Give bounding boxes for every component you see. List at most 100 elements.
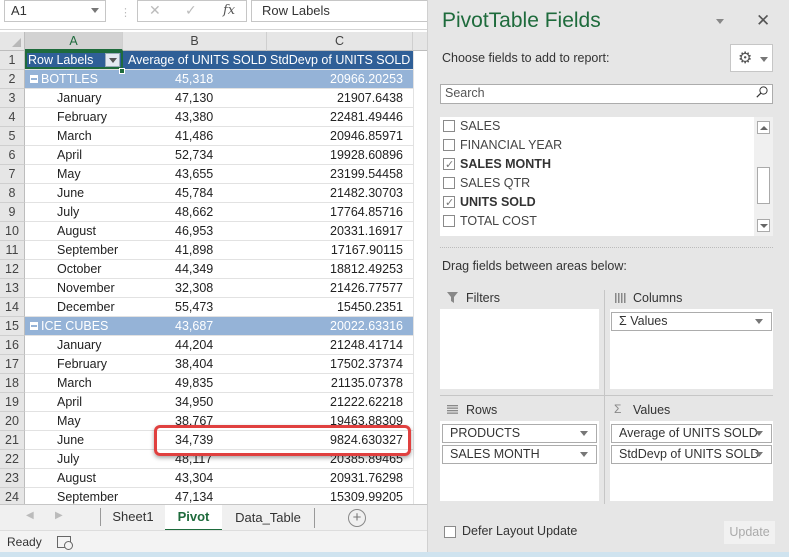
- rows-item-products[interactable]: PRODUCTS: [442, 424, 597, 443]
- stddevp-cell[interactable]: 20946.85971: [267, 127, 413, 145]
- average-cell[interactable]: 44,204: [123, 336, 267, 354]
- row-label-cell[interactable]: September: [25, 241, 123, 259]
- values-item-average[interactable]: Average of UNITS SOLD: [611, 424, 772, 443]
- field-search-input[interactable]: Search: [440, 84, 773, 104]
- field-checkbox[interactable]: [443, 120, 455, 132]
- header-average-units-sold[interactable]: Average of UNITS SOLD: [123, 51, 267, 69]
- defer-layout-checkbox[interactable]: [444, 526, 456, 538]
- field-item[interactable]: UNITS SOLD: [440, 193, 773, 213]
- columns-item-values[interactable]: Σ Values: [611, 312, 772, 331]
- values-item-stddevp[interactable]: StdDevp of UNITS SOLD: [611, 445, 772, 464]
- row-number[interactable]: 10: [0, 222, 25, 241]
- stddevp-cell[interactable]: 21907.6438: [267, 89, 413, 107]
- column-header-a[interactable]: A: [25, 32, 123, 51]
- row-number[interactable]: 12: [0, 260, 25, 279]
- scroll-up-icon[interactable]: [757, 121, 770, 134]
- column-header-b[interactable]: B: [123, 32, 267, 51]
- average-cell[interactable]: 47,130: [123, 89, 267, 107]
- chevron-down-icon[interactable]: [755, 319, 763, 324]
- row-label-cell[interactable]: March: [25, 374, 123, 392]
- stddevp-cell[interactable]: 17764.85716: [267, 203, 413, 221]
- row-number[interactable]: 15: [0, 317, 25, 336]
- chevron-down-icon[interactable]: [755, 431, 763, 436]
- row-number[interactable]: 14: [0, 298, 25, 317]
- scroll-thumb[interactable]: [757, 167, 770, 204]
- pane-options-chevron-icon[interactable]: [716, 19, 724, 24]
- row-label-cell[interactable]: July: [25, 203, 123, 221]
- row-label-cell[interactable]: August: [25, 222, 123, 240]
- average-cell[interactable]: 52,734: [123, 146, 267, 164]
- chevron-down-icon[interactable]: [755, 452, 763, 457]
- select-all-button[interactable]: [0, 32, 25, 51]
- average-cell[interactable]: 55,473: [123, 298, 267, 316]
- prev-sheet-icon[interactable]: ◀: [26, 510, 34, 521]
- field-checkbox[interactable]: [443, 177, 455, 189]
- average-cell[interactable]: 34,950: [123, 393, 267, 411]
- average-cell[interactable]: 48,662: [123, 203, 267, 221]
- row-number[interactable]: 20: [0, 412, 25, 431]
- stddevp-cell[interactable]: 21248.41714: [267, 336, 413, 354]
- average-cell[interactable]: 43,380: [123, 108, 267, 126]
- row-label-cell[interactable]: May: [25, 412, 123, 430]
- field-item[interactable]: TOTAL COST: [440, 212, 773, 231]
- column-header-d[interactable]: [413, 32, 427, 51]
- row-number[interactable]: 9: [0, 203, 25, 222]
- row-label-cell[interactable]: August: [25, 469, 123, 487]
- row-label-cell[interactable]: July: [25, 450, 123, 468]
- tab-pivot[interactable]: Pivot: [165, 505, 222, 531]
- field-item[interactable]: SALES: [440, 117, 773, 136]
- stddevp-cell[interactable]: 20331.16917: [267, 222, 413, 240]
- update-button[interactable]: Update: [724, 521, 775, 544]
- stddevp-cell[interactable]: 20022.63316: [267, 317, 413, 335]
- add-sheet-icon[interactable]: +: [348, 509, 366, 527]
- filters-drop-area[interactable]: [440, 309, 599, 389]
- row-number[interactable]: 17: [0, 355, 25, 374]
- row-number[interactable]: 16: [0, 336, 25, 355]
- row-number[interactable]: 5: [0, 127, 25, 146]
- row-label-cell[interactable]: February: [25, 108, 123, 126]
- average-cell[interactable]: 49,835: [123, 374, 267, 392]
- stddevp-cell[interactable]: 21222.62218: [267, 393, 413, 411]
- stddevp-cell[interactable]: 21426.77577: [267, 279, 413, 297]
- row-label-cell[interactable]: May: [25, 165, 123, 183]
- chevron-down-icon[interactable]: [91, 8, 99, 13]
- stddevp-cell[interactable]: 21135.07378: [267, 374, 413, 392]
- insert-function-icon[interactable]: fx: [223, 3, 235, 18]
- tab-data-table[interactable]: Data_Table: [222, 508, 315, 528]
- average-cell[interactable]: 43,655: [123, 165, 267, 183]
- field-item[interactable]: SALES MONTH: [440, 155, 773, 175]
- row-number[interactable]: 22: [0, 450, 25, 469]
- collapse-icon[interactable]: [30, 75, 38, 83]
- tab-sheet1[interactable]: Sheet1: [101, 505, 165, 531]
- chevron-down-icon[interactable]: [580, 452, 588, 457]
- close-icon[interactable]: ✕: [756, 11, 770, 31]
- average-cell[interactable]: 45,784: [123, 184, 267, 202]
- row-label-cell[interactable]: June: [25, 431, 123, 449]
- average-cell[interactable]: 45,318: [123, 70, 267, 88]
- stddevp-cell[interactable]: 21482.30703: [267, 184, 413, 202]
- row-label-cell[interactable]: December: [25, 298, 123, 316]
- macro-recording-icon[interactable]: [57, 536, 73, 550]
- field-item[interactable]: SALES QTR: [440, 174, 773, 193]
- next-sheet-icon[interactable]: ▶: [55, 510, 63, 521]
- row-label-cell[interactable]: June: [25, 184, 123, 202]
- row-number[interactable]: 11: [0, 241, 25, 260]
- row-number[interactable]: 19: [0, 393, 25, 412]
- stddevp-cell[interactable]: 17167.90115: [267, 241, 413, 259]
- formula-input[interactable]: Row Labels: [251, 0, 427, 22]
- row-label-cell[interactable]: BOTTLES: [25, 70, 123, 88]
- stddevp-cell[interactable]: 20931.76298: [267, 469, 413, 487]
- field-checkbox[interactable]: [443, 194, 455, 213]
- row-number[interactable]: 1: [0, 51, 25, 70]
- scroll-down-icon[interactable]: [757, 219, 770, 232]
- row-label-cell[interactable]: April: [25, 393, 123, 411]
- collapse-icon[interactable]: [30, 322, 38, 330]
- header-stddevp-units-sold[interactable]: StdDevp of UNITS SOLD: [267, 51, 413, 69]
- average-cell[interactable]: 46,953: [123, 222, 267, 240]
- average-cell[interactable]: 41,486: [123, 127, 267, 145]
- row-label-cell[interactable]: April: [25, 146, 123, 164]
- average-cell[interactable]: 32,308: [123, 279, 267, 297]
- search-icon[interactable]: [756, 86, 768, 98]
- row-number[interactable]: 4: [0, 108, 25, 127]
- stddevp-cell[interactable]: 20966.20253: [267, 70, 413, 88]
